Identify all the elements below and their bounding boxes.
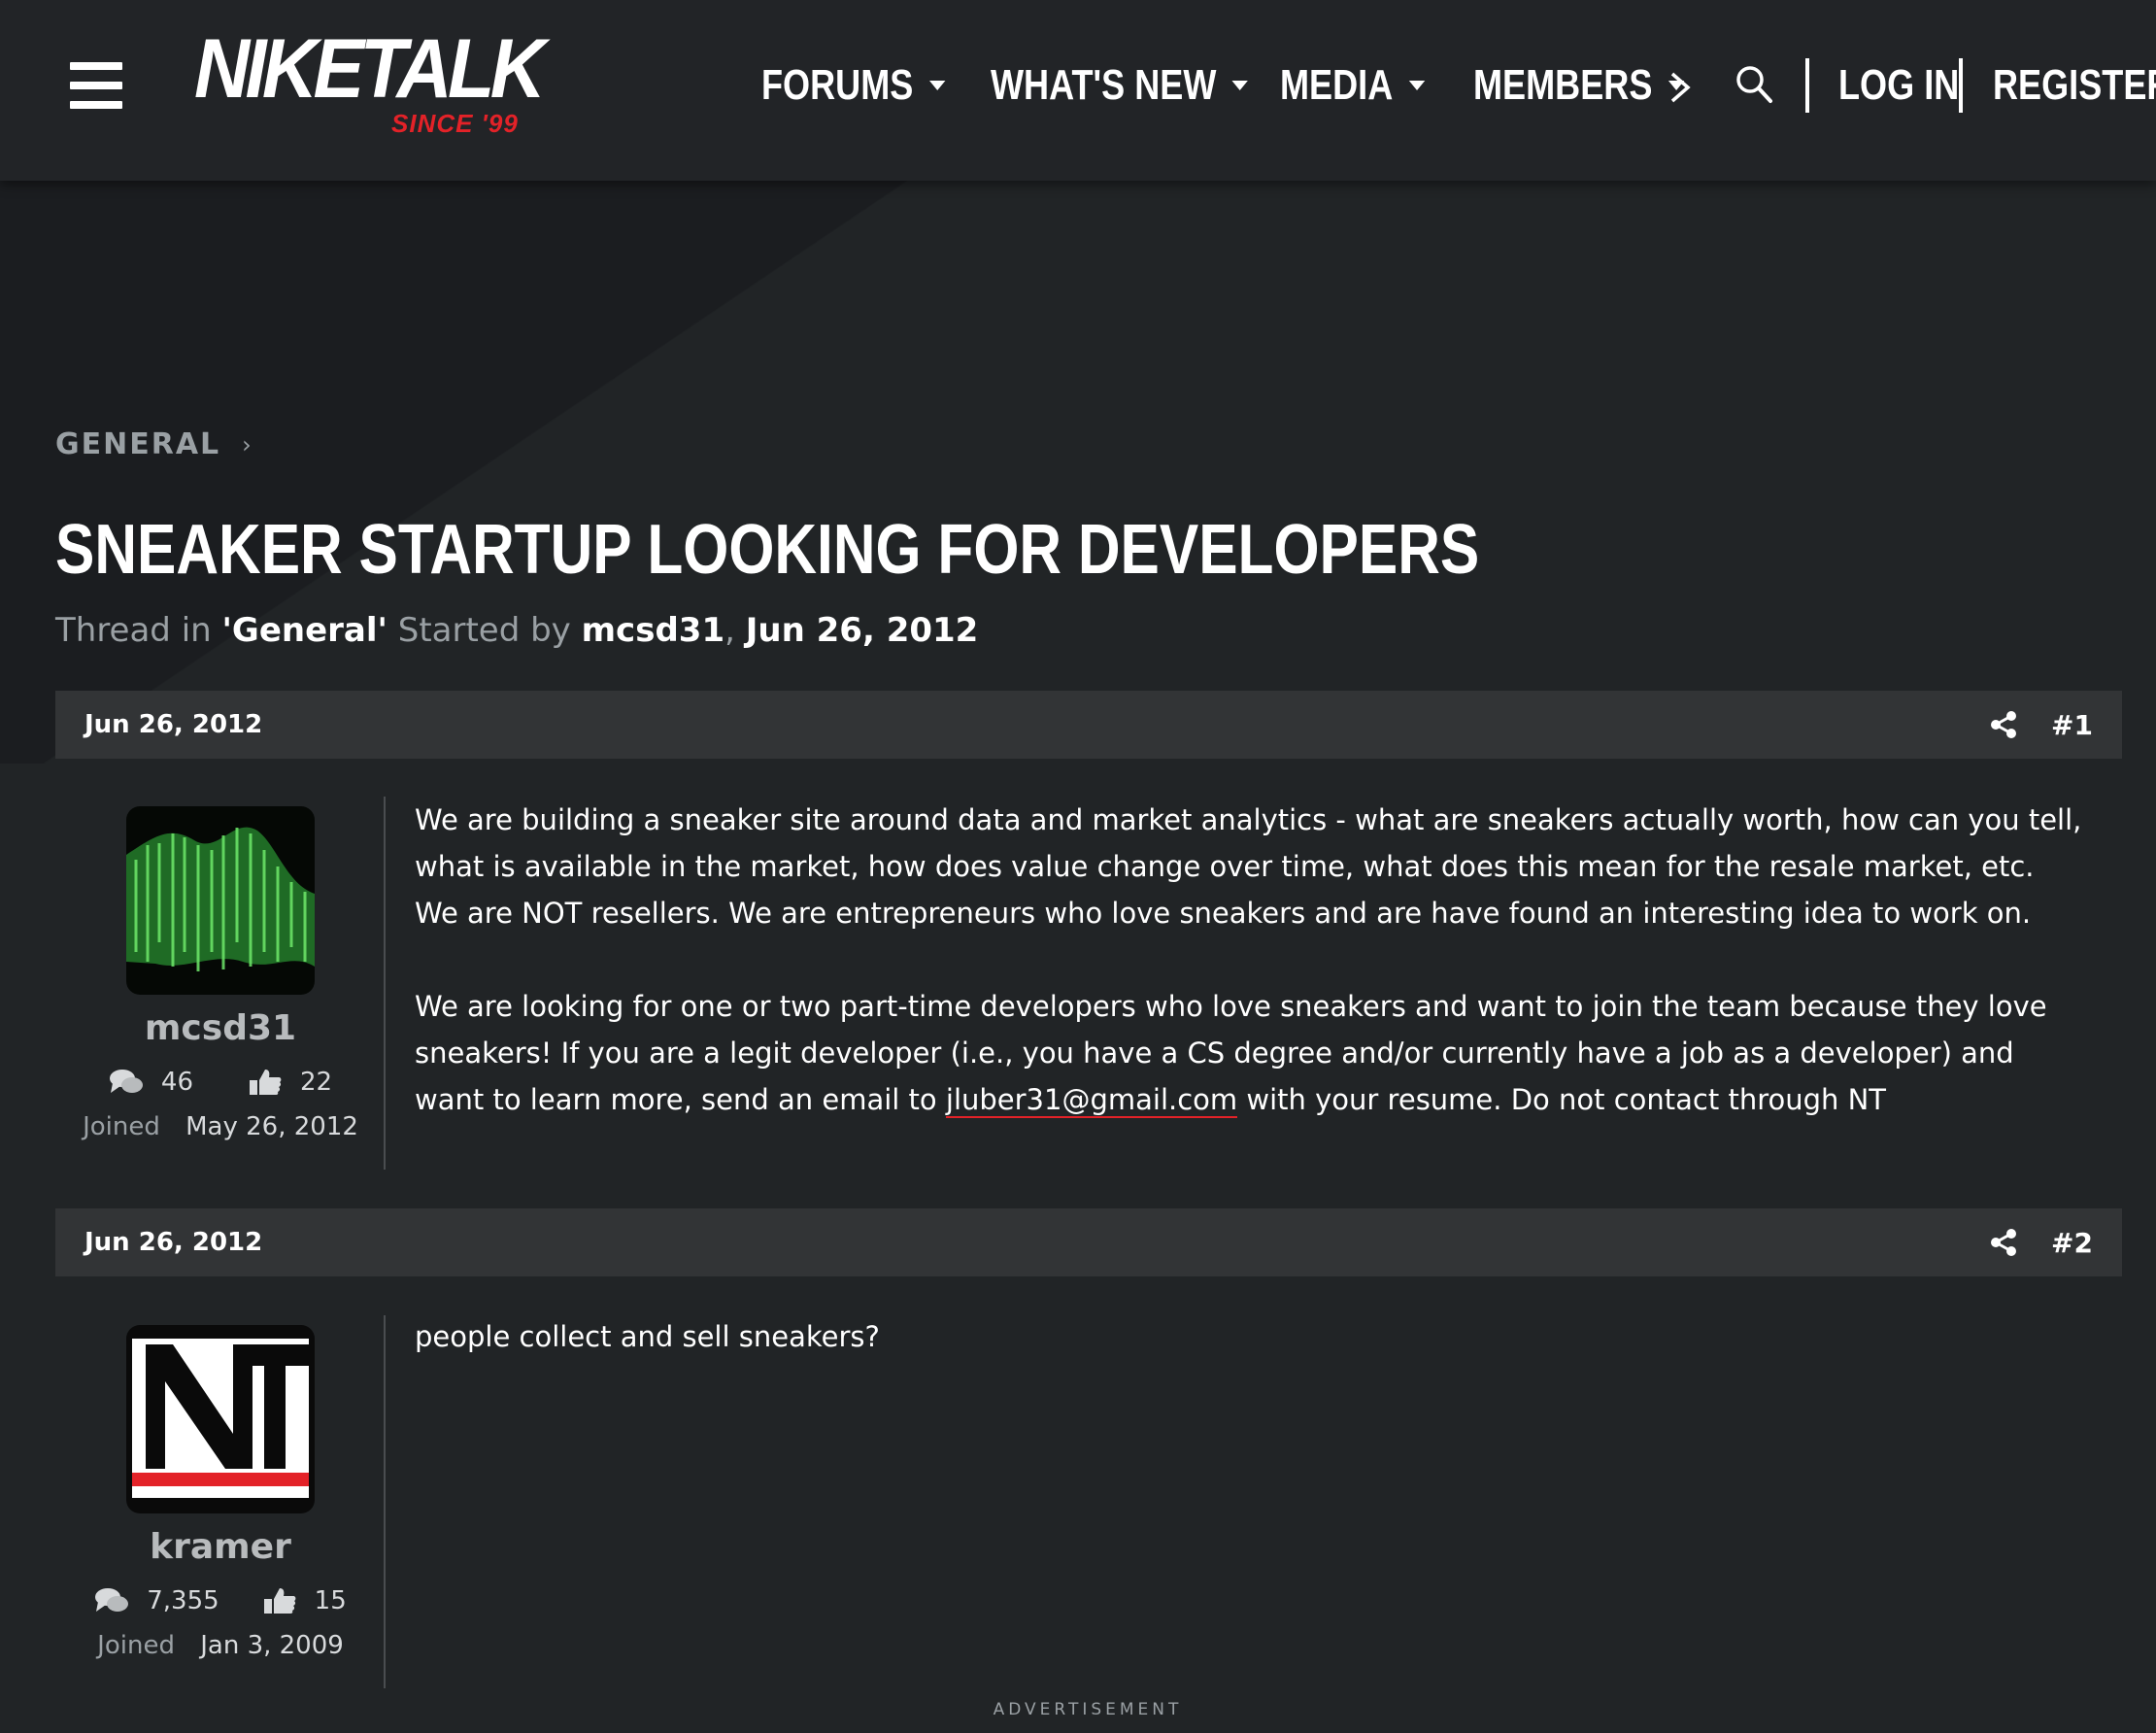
register-link[interactable]: REGISTER (1993, 56, 2156, 115)
thread-meta-started: Started by (397, 611, 571, 650)
user-stats: 7,355 15 (55, 1586, 386, 1615)
joined-date: May 26, 2012 (185, 1112, 358, 1141)
breadcrumb: GENERAL › (55, 427, 253, 461)
message-count: 7,355 (147, 1586, 219, 1615)
post-actions: #2 (1989, 1227, 2093, 1259)
nav-divider (1959, 58, 1963, 113)
nav-members-label: MEMBERS (1473, 61, 1653, 109)
like-count: 15 (314, 1586, 347, 1615)
like-count: 22 (300, 1068, 333, 1097)
post-body: people collect and sell sneakers? (415, 1313, 2085, 1407)
nav-forums-label: FORUMS (761, 61, 914, 109)
post-author: mcsd31 46 22 Joined May 26, 2012 (55, 806, 386, 1141)
logo-wordmark: NIKETALK (194, 22, 546, 116)
post-date[interactable]: Jun 26, 2012 (84, 1228, 262, 1257)
breadcrumb-separator: › (242, 430, 253, 459)
nav-divider (1805, 58, 1809, 113)
thumbs-up-icon (250, 1070, 282, 1095)
thread-meta-prefix: Thread in (55, 611, 212, 650)
post-header: Jun 26, 2012 #2 (55, 1208, 2122, 1276)
thread-forum-link[interactable]: 'General' (222, 611, 387, 650)
login-label: LOG IN (1838, 61, 1960, 109)
chevron-down-icon (928, 81, 946, 90)
post-divider (384, 797, 386, 1170)
post-number[interactable]: #2 (2051, 1227, 2093, 1259)
top-navigation: NIKETALK SINCE '99 FORUMS WHAT'S NEW MED… (0, 0, 2156, 181)
logo-since-tag: SINCE '99 (391, 109, 519, 138)
chevron-right-icon[interactable] (1667, 70, 1694, 105)
post-number[interactable]: #1 (2051, 709, 2093, 741)
post-divider (384, 1315, 386, 1688)
joined-date: Jan 3, 2009 (200, 1631, 344, 1660)
register-label: REGISTER (1993, 61, 2156, 109)
nav-whats-new-label: WHAT'S NEW (991, 61, 1217, 109)
login-link[interactable]: LOG IN (1838, 56, 1959, 115)
avatar[interactable] (126, 806, 315, 995)
post-text: with your resume. Do not contact through… (1237, 1083, 1887, 1116)
share-icon[interactable] (1989, 710, 2018, 739)
post-date[interactable]: Jun 26, 2012 (84, 710, 262, 739)
post-paragraph: We are building a sneaker site around da… (415, 803, 2082, 930)
nav-media-label: MEDIA (1280, 61, 1394, 109)
post-author: kramer 7,355 15 Joined Jan 3, 2009 (55, 1325, 386, 1660)
menu-icon[interactable] (70, 62, 122, 109)
thread-meta: Thread in 'General' Started by mcsd31, J… (55, 611, 978, 650)
site-logo[interactable]: NIKETALK SINCE '99 (194, 22, 546, 144)
breadcrumb-general[interactable]: GENERAL (55, 427, 220, 461)
joined-label: Joined (97, 1631, 175, 1660)
username[interactable]: mcsd31 (55, 1008, 386, 1048)
thumbs-up-icon (263, 1588, 296, 1614)
joined-info: Joined Jan 3, 2009 (55, 1631, 386, 1660)
post-actions: #1 (1989, 709, 2093, 741)
page-title: SNEAKER STARTUP LOOKING FOR DEVELOPERS (55, 511, 1480, 589)
post-paragraph: We are looking for one or two part-time … (415, 983, 2085, 1123)
nav-whats-new[interactable]: WHAT'S NEW (991, 56, 1249, 115)
email-link[interactable]: jluber31@gmail.com (945, 1083, 1238, 1118)
post-paragraph: people collect and sell sneakers? (415, 1320, 880, 1353)
messages-icon (95, 1588, 129, 1612)
joined-info: Joined May 26, 2012 (55, 1112, 386, 1141)
advertisement-label: ADVERTISEMENT (993, 1700, 1183, 1719)
search-icon[interactable] (1735, 64, 1773, 105)
nav-members[interactable]: MEMBERS (1473, 56, 1685, 115)
thread-date[interactable]: Jun 26, 2012 (746, 611, 979, 650)
joined-label: Joined (83, 1112, 160, 1141)
share-icon[interactable] (1989, 1228, 2018, 1257)
thread-author-link[interactable]: mcsd31 (582, 611, 724, 650)
message-count: 46 (160, 1068, 193, 1097)
messages-icon (109, 1070, 143, 1093)
chevron-down-icon (1408, 81, 1426, 90)
chevron-down-icon (1231, 81, 1249, 90)
nav-media[interactable]: MEDIA (1280, 56, 1426, 115)
thread-meta-comma: , (724, 611, 735, 650)
nav-forums[interactable]: FORUMS (761, 56, 946, 115)
background-diagonal (0, 181, 2156, 764)
username[interactable]: kramer (55, 1527, 386, 1567)
post-body: We are building a sneaker site around da… (415, 797, 2085, 1170)
post-header: Jun 26, 2012 #1 (55, 691, 2122, 759)
user-stats: 46 22 (55, 1068, 386, 1097)
avatar[interactable] (126, 1325, 315, 1513)
